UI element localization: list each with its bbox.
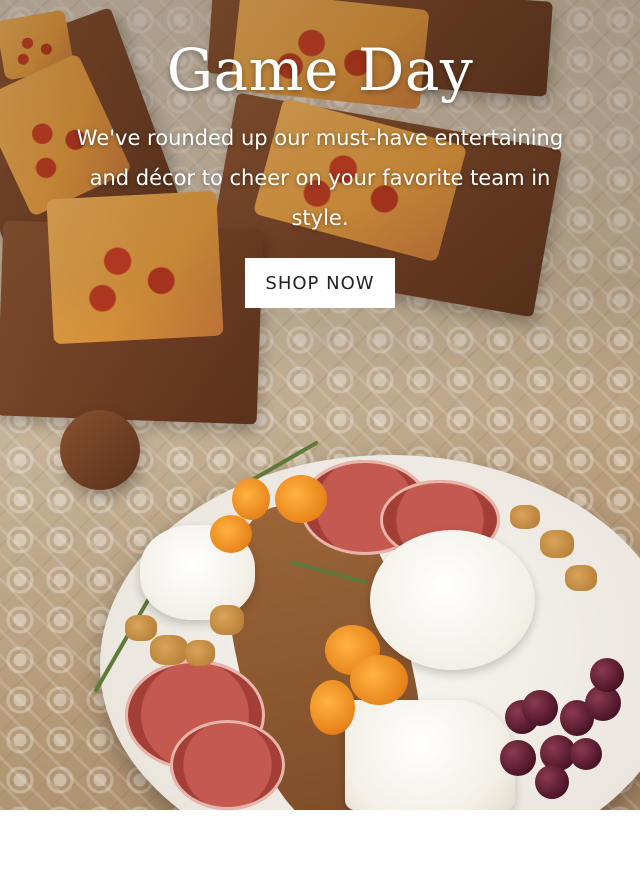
hero-subtitle: We've rounded up our must-have entertain… [76, 126, 564, 230]
hero-title: Game Day [166, 36, 474, 104]
footer-spacer [0, 810, 640, 891]
hero-banner[interactable]: Game Day We've rounded up our must-have … [0, 0, 640, 810]
shop-now-button[interactable]: SHOP NOW [245, 258, 395, 308]
